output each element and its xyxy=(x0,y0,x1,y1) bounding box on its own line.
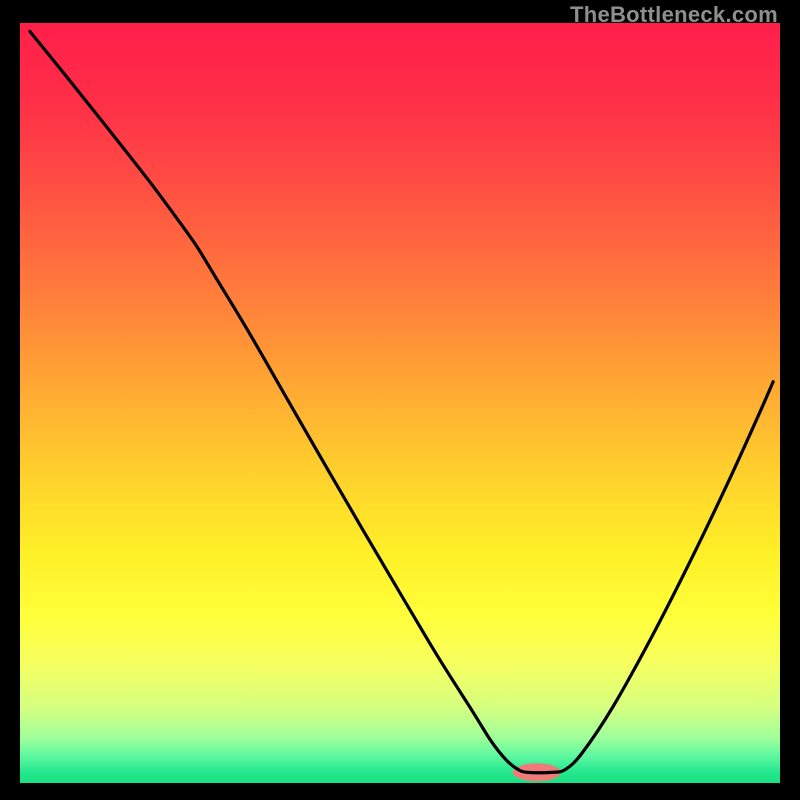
chart-svg xyxy=(20,23,780,783)
chart-frame xyxy=(20,23,780,783)
gradient-background xyxy=(20,23,780,783)
